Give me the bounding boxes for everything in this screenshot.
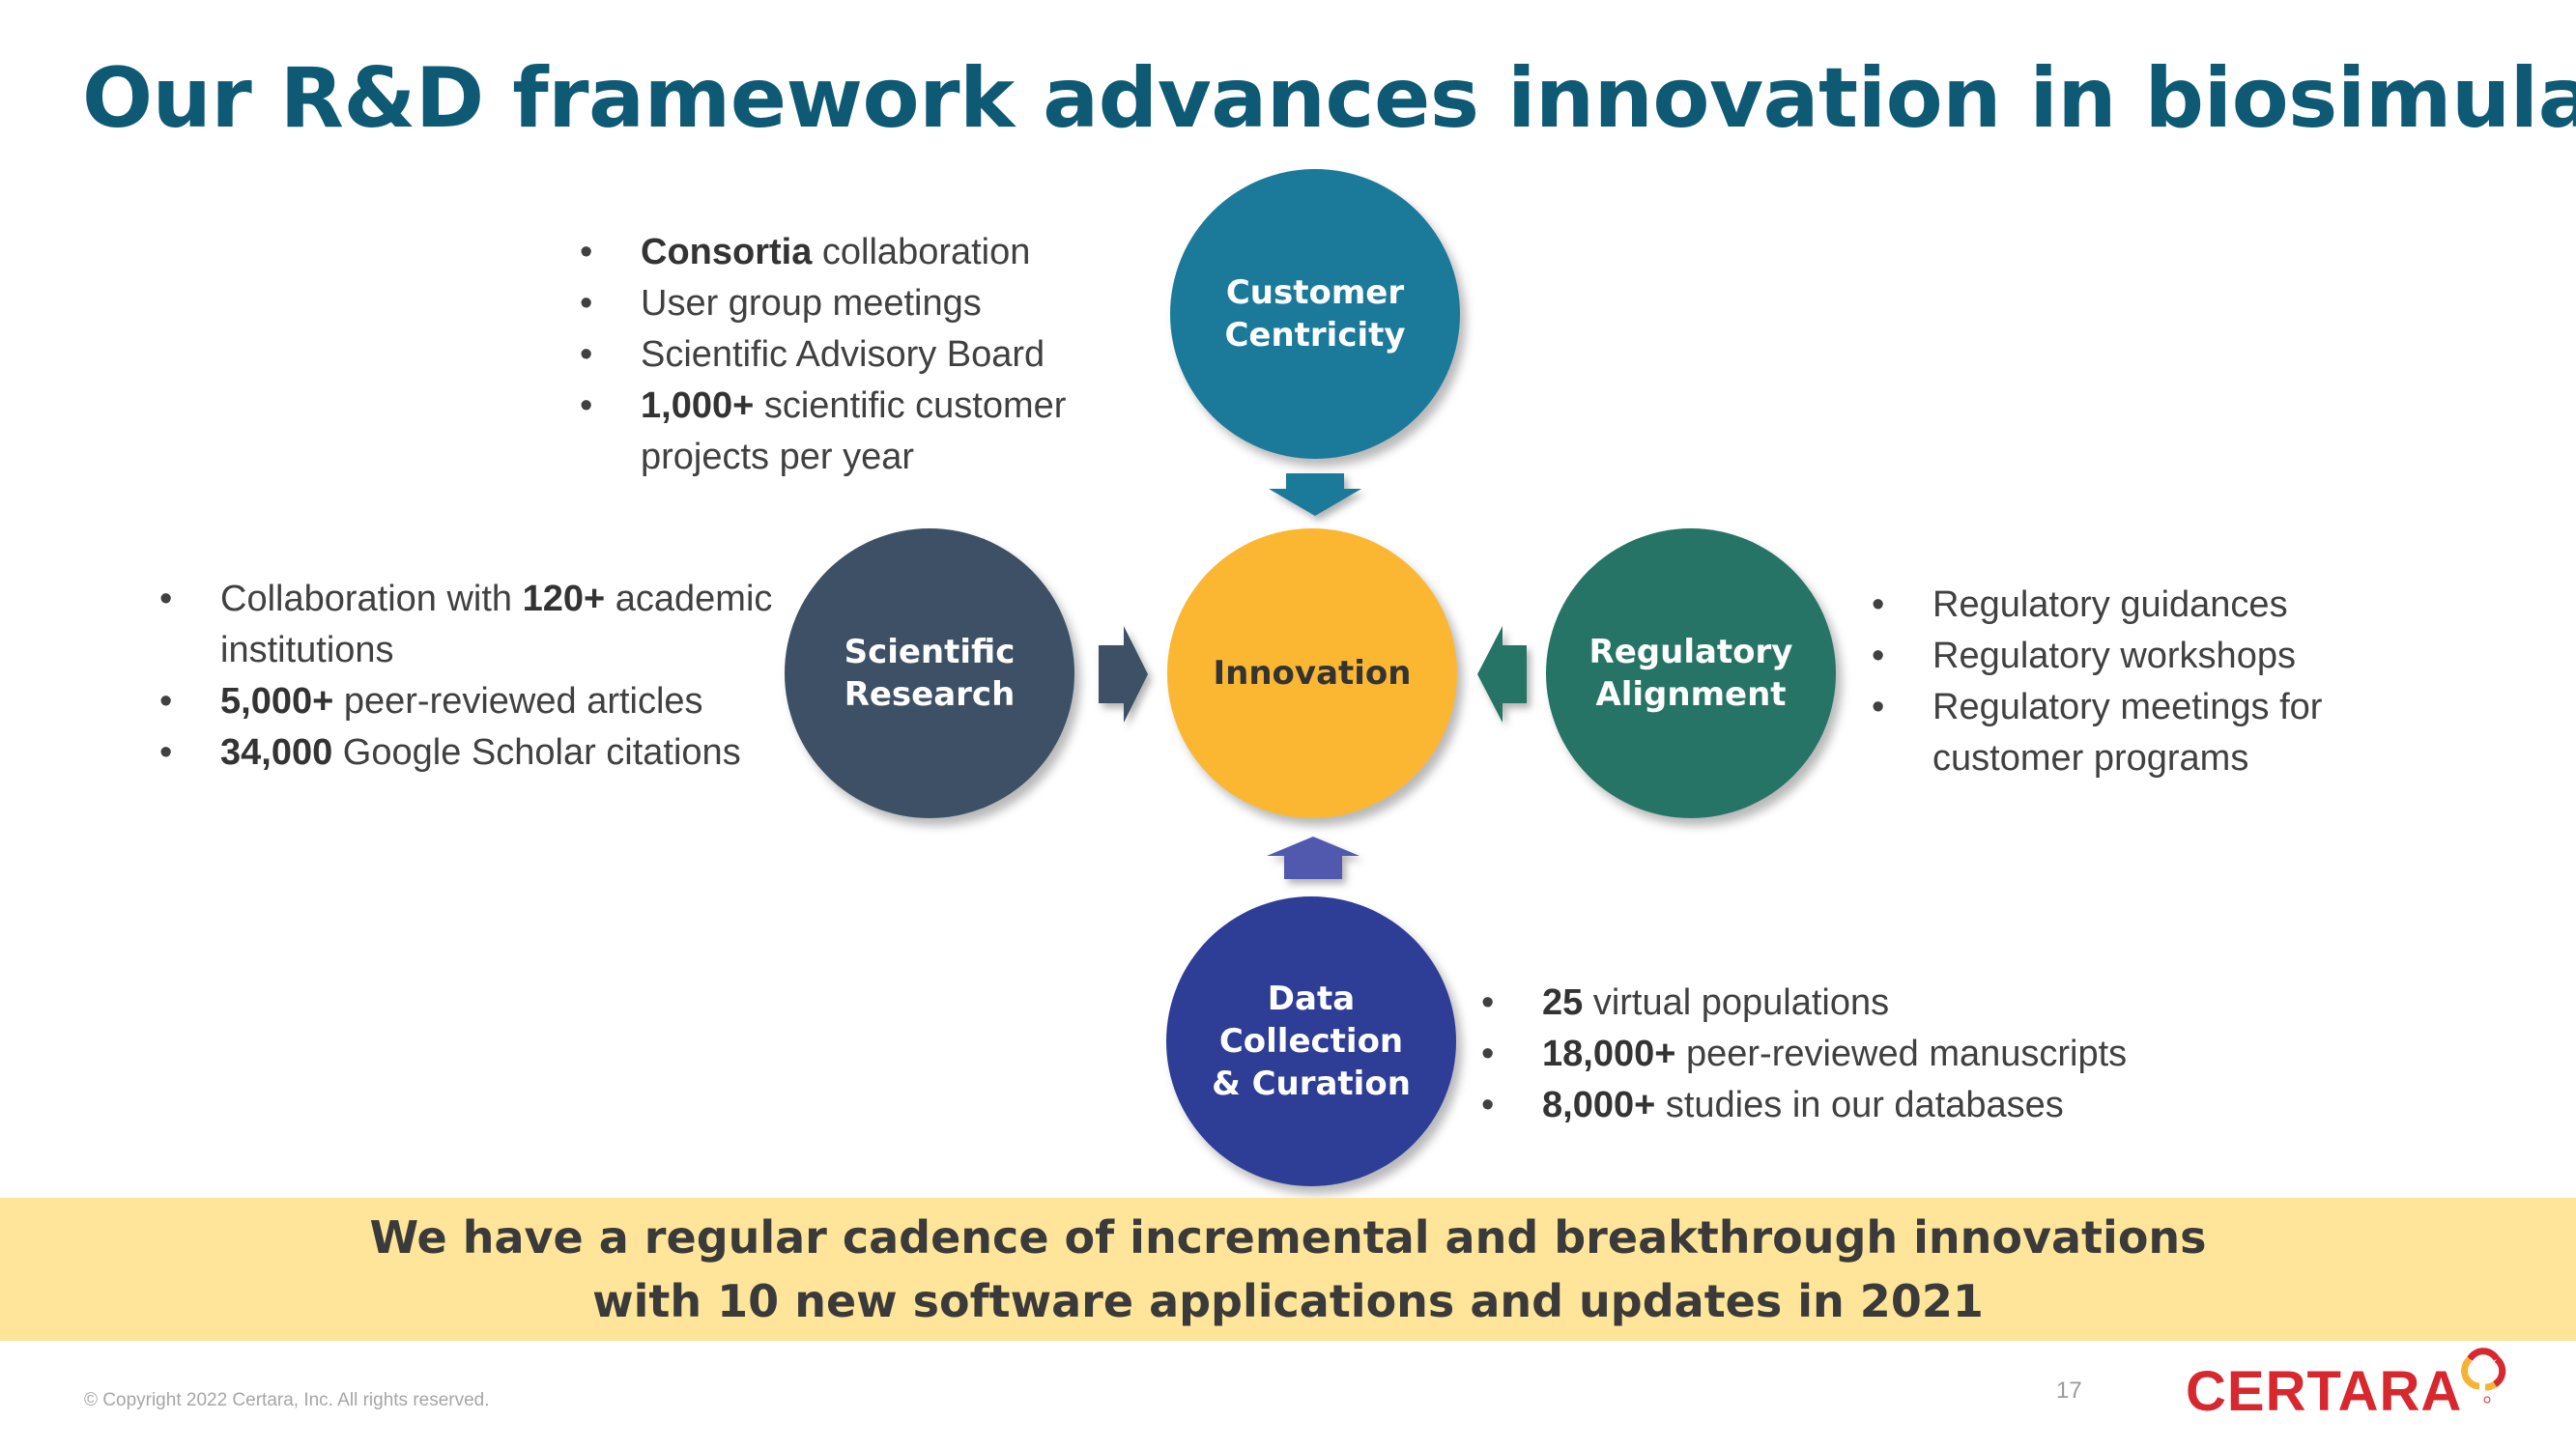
bullet-text: studies in our databases: [1655, 1085, 2064, 1125]
bullet-text: Regulatory meetings for customer program…: [1932, 687, 2323, 779]
node-label: Customer Centricity: [1224, 273, 1406, 355]
bullet-bold: 25: [1542, 982, 1584, 1023]
arrow-down-icon: [1269, 473, 1361, 516]
list-item: Regulatory guidances: [1872, 580, 2413, 631]
list-item: 18,000+ peer-reviewed manuscripts: [1481, 1029, 2216, 1080]
certara-logo: CERTARA: [2186, 1346, 2506, 1424]
copyright-notice: © Copyright 2022 Certara, Inc. All right…: [84, 1390, 490, 1410]
customer-bullets: Consortia collaboration User group meeti…: [580, 227, 1121, 483]
banner-line-2: with 10 new software applications and up…: [592, 1275, 1984, 1327]
arrow-left-icon: [1477, 626, 1527, 723]
bullet-bold: Consortia: [641, 232, 813, 272]
bullet-text: virtual populations: [1583, 982, 1890, 1023]
banner-line-1: We have a regular cadence of incremental…: [369, 1211, 2207, 1264]
logo-wordmark: CERTARA: [2186, 1360, 2463, 1423]
regulatory-alignment-node: Regulatory Alignment: [1546, 528, 1836, 818]
list-item: Scientific Advisory Board: [580, 329, 1121, 381]
page-number: 17: [2056, 1378, 2082, 1404]
data-bullets: 25 virtual populations 18,000+ peer-revi…: [1481, 978, 2216, 1131]
bullet-text: Regulatory workshops: [1932, 636, 2296, 676]
bullet-bold: 34,000: [220, 732, 333, 773]
slide-title: Our R&D framework advances innovation in…: [82, 50, 2576, 147]
bullet-text: peer-reviewed articles: [333, 681, 703, 722]
list-item: Regulatory meetings for customer program…: [1872, 682, 2413, 784]
logo-ring-icon: [2461, 1348, 2506, 1404]
bullet-bold: 1,000+: [641, 385, 755, 426]
innovation-node: Innovation: [1167, 528, 1457, 818]
bullet-text: peer-reviewed manuscripts: [1675, 1034, 2128, 1074]
node-label: Regulatory Alignment: [1589, 633, 1793, 714]
science-bullets: Collaboration with 120+ academic institu…: [159, 574, 797, 779]
data-collection-node: Data Collection & Curation: [1166, 896, 1456, 1186]
list-item: Regulatory workshops: [1872, 631, 2413, 682]
bullet-bold: 18,000+: [1542, 1034, 1676, 1074]
regulatory-bullets: Regulatory guidances Regulatory workshop…: [1872, 580, 2413, 784]
list-item: 25 virtual populations: [1481, 978, 2216, 1029]
bullet-text: Collaboration with: [220, 579, 523, 619]
list-item: 34,000 Google Scholar citations: [159, 727, 797, 779]
list-item: Consortia collaboration: [580, 227, 1121, 278]
list-item: 5,000+ peer-reviewed articles: [159, 676, 797, 727]
bullet-bold: 8,000+: [1542, 1085, 1656, 1125]
bullet-text: User group meetings: [641, 283, 982, 324]
list-item: 8,000+ studies in our databases: [1481, 1080, 2216, 1131]
node-label: Innovation: [1213, 654, 1412, 693]
arrow-up-icon: [1267, 837, 1360, 879]
node-label: Scientific Research: [844, 633, 1016, 714]
scientific-research-node: Scientific Research: [785, 528, 1074, 818]
list-item: User group meetings: [580, 278, 1121, 329]
node-label: Data Collection & Curation: [1212, 980, 1411, 1103]
bullet-text: collaboration: [812, 232, 1031, 272]
customer-centricity-node: Customer Centricity: [1170, 169, 1460, 459]
bullet-text: Scientific Advisory Board: [641, 334, 1045, 375]
arrow-right-icon: [1099, 626, 1148, 723]
bullet-text: Google Scholar citations: [332, 732, 741, 773]
list-item: 1,000+ scientific customer projects per …: [580, 381, 1121, 483]
summary-banner: We have a regular cadence of incremental…: [0, 1198, 2576, 1341]
list-item: Collaboration with 120+ academic institu…: [159, 574, 797, 676]
bullet-bold: 120+: [522, 579, 606, 619]
bullet-bold: 5,000+: [220, 681, 334, 722]
bullet-text: Regulatory guidances: [1932, 584, 2288, 625]
